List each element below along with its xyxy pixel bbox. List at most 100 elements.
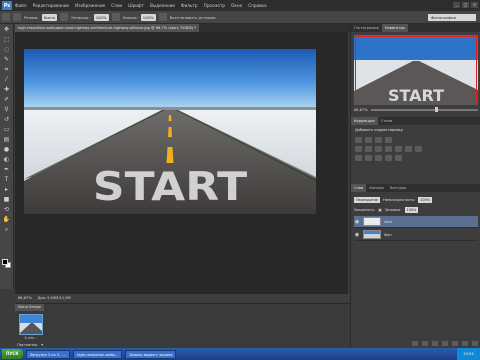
- color-lookup-icon[interactable]: [415, 146, 422, 152]
- tab-channels[interactable]: Каналы: [366, 184, 386, 192]
- maximize-button[interactable]: □: [462, 2, 469, 8]
- posterize-icon[interactable]: [365, 155, 372, 161]
- shape-tool-icon[interactable]: ■: [2, 196, 12, 204]
- new-adjustment-icon[interactable]: [442, 341, 448, 346]
- menu-layers[interactable]: Слои: [111, 3, 122, 8]
- view-mode-arrow-icon[interactable]: ▾: [41, 343, 43, 347]
- gradient-tool-icon[interactable]: ▤: [2, 136, 12, 144]
- layer-opacity-field[interactable]: 100%: [418, 196, 432, 203]
- gradient-map-icon[interactable]: [385, 155, 392, 161]
- airbrush-icon[interactable]: [60, 13, 69, 21]
- new-group-icon[interactable]: [452, 341, 458, 346]
- document-tab[interactable]: high-resolution-wallpaper-road-highway-a…: [15, 24, 199, 32]
- menu-filter[interactable]: Фильтр: [181, 3, 198, 8]
- tool-preset-icon[interactable]: [2, 13, 10, 21]
- menu-window[interactable]: Окно: [231, 3, 242, 8]
- eraser-tool-icon[interactable]: ▭: [2, 126, 12, 134]
- mini-bridge-thumbnail[interactable]: [19, 314, 43, 335]
- start-button[interactable]: ПУСК: [2, 349, 23, 359]
- healing-brush-tool-icon[interactable]: ✚: [2, 86, 12, 94]
- tab-styles[interactable]: Стили: [378, 117, 396, 125]
- clone-stamp-tool-icon[interactable]: ⚲: [2, 106, 12, 114]
- exposure-icon[interactable]: [385, 137, 392, 143]
- history-brush-tool-icon[interactable]: ↺: [2, 116, 12, 124]
- zoom-tool-icon[interactable]: ⌕: [2, 226, 12, 234]
- pressure-size-icon[interactable]: [158, 13, 167, 21]
- add-mask-icon[interactable]: [432, 341, 438, 346]
- fill-field[interactable]: 100%: [404, 206, 419, 213]
- 3d-rotate-tool-icon[interactable]: ⟲: [2, 206, 12, 214]
- taskbar-item-screen-recorder[interactable]: Запись видео с экрана: [125, 349, 177, 359]
- visibility-eye-icon[interactable]: ◉: [354, 219, 360, 225]
- tab-paths[interactable]: Контуры: [387, 184, 409, 192]
- photo-filter-icon[interactable]: [395, 146, 402, 152]
- menu-type[interactable]: Шрифт: [128, 3, 144, 8]
- menu-select[interactable]: Выделение: [150, 3, 175, 8]
- document-image[interactable]: START: [24, 49, 316, 214]
- channel-mixer-icon[interactable]: [405, 146, 412, 152]
- tab-histogram[interactable]: Гистограмма: [351, 24, 382, 32]
- layer-name[interactable]: Фон: [384, 233, 392, 237]
- mode-select[interactable]: Кисть: [41, 13, 58, 21]
- brightness-icon[interactable]: [355, 137, 362, 143]
- path-select-tool-icon[interactable]: ▸: [2, 186, 12, 194]
- menu-file[interactable]: Файл: [15, 3, 27, 8]
- workspace-select[interactable]: Фотография: [428, 14, 476, 21]
- menu-edit[interactable]: Редактирование: [33, 3, 70, 8]
- opacity-field[interactable]: 100%: [93, 13, 109, 21]
- color-balance-icon[interactable]: [375, 146, 382, 152]
- restore-history-checkbox[interactable]: Восстановить историю: [170, 15, 216, 20]
- lock-icon[interactable]: ▣: [378, 208, 381, 212]
- vibrance-icon[interactable]: [355, 146, 362, 152]
- navigator-view-frame[interactable]: [355, 36, 477, 104]
- tab-layers[interactable]: Слои: [351, 184, 367, 192]
- navigator-zoom-slider[interactable]: [370, 107, 478, 113]
- foreground-color-swatch[interactable]: [2, 259, 8, 265]
- blend-mode-select[interactable]: Перекрытие: [354, 196, 381, 203]
- move-tool-icon[interactable]: ✥: [2, 26, 12, 34]
- pressure-opacity-icon[interactable]: [111, 13, 120, 21]
- eyedropper-tool-icon[interactable]: ⁄: [2, 76, 12, 84]
- curves-icon[interactable]: [375, 137, 382, 143]
- dodge-tool-icon[interactable]: ◐: [2, 156, 12, 164]
- brush-preset-icon[interactable]: [13, 13, 21, 21]
- invert-icon[interactable]: [355, 155, 362, 161]
- menu-image[interactable]: Изображение: [75, 3, 105, 8]
- zoom-slider-knob[interactable]: [435, 107, 439, 113]
- brush-tool-icon[interactable]: ✐: [2, 96, 12, 104]
- levels-icon[interactable]: [365, 137, 372, 143]
- marquee-tool-icon[interactable]: ⬚: [2, 36, 12, 44]
- menu-view[interactable]: Просмотр: [204, 3, 226, 8]
- pen-tool-icon[interactable]: ✒: [2, 166, 12, 174]
- zoom-level[interactable]: 66,67%: [18, 296, 32, 300]
- layer-row-start[interactable]: ◉ start: [354, 216, 478, 228]
- link-layers-icon[interactable]: [412, 341, 418, 346]
- selective-color-icon[interactable]: [395, 155, 402, 161]
- blur-tool-icon[interactable]: ●: [2, 146, 12, 154]
- crop-tool-icon[interactable]: ⌗: [2, 66, 12, 74]
- tab-adjustments[interactable]: Коррекция: [351, 117, 378, 125]
- close-button[interactable]: ×: [471, 2, 478, 8]
- hue-saturation-icon[interactable]: [365, 146, 372, 152]
- new-layer-icon[interactable]: [462, 341, 468, 346]
- menu-help[interactable]: Справка: [248, 3, 266, 8]
- mini-bridge-tab[interactable]: Мини Bridge: [15, 304, 44, 311]
- visibility-eye-icon[interactable]: ◉: [354, 232, 360, 238]
- taskbar-item-downloads[interactable]: Загрузки 3 из 3 - ...: [25, 349, 71, 359]
- delete-layer-icon[interactable]: [472, 341, 478, 346]
- lasso-tool-icon[interactable]: ◌: [2, 46, 12, 54]
- minimize-button[interactable]: _: [453, 2, 460, 8]
- view-mode-select[interactable]: Постоянно: [17, 343, 37, 347]
- hand-tool-icon[interactable]: ✋: [2, 216, 12, 224]
- layer-name[interactable]: start: [384, 220, 392, 224]
- taskbar-item-photoshop[interactable]: high-resolution-wallp...: [73, 349, 123, 359]
- tab-navigator[interactable]: Навигатор: [381, 24, 408, 32]
- threshold-icon[interactable]: [375, 155, 382, 161]
- layer-row-background[interactable]: ◉ Фон: [354, 229, 478, 241]
- layer-style-icon[interactable]: [422, 341, 428, 346]
- navigator-zoom-value[interactable]: 66,67%: [354, 108, 368, 112]
- black-white-icon[interactable]: [385, 146, 392, 152]
- flow-field[interactable]: 100%: [140, 13, 156, 21]
- type-tool-icon[interactable]: T: [2, 176, 12, 184]
- navigator-preview[interactable]: START: [354, 35, 478, 105]
